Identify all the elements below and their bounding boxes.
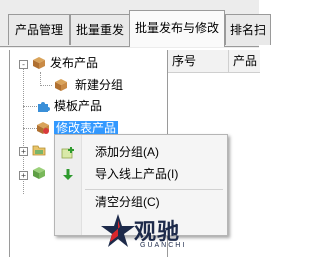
menu-item-add-group[interactable]: 添加分组(A) — [55, 141, 227, 163]
tree-node-label: 模板产品 — [54, 99, 103, 113]
tree-connector — [23, 128, 37, 129]
watermark-subtext: GUANCHI — [140, 242, 187, 249]
tree-node-template-products[interactable]: 模板产品 — [54, 96, 102, 116]
column-header-index[interactable]: 序号 — [168, 50, 229, 72]
tab-label: 批量发布与修改 — [134, 21, 219, 35]
tree-connector — [40, 72, 41, 86]
grid-header: 序号 产品 — [168, 50, 260, 73]
column-header-product[interactable]: 产品 — [229, 50, 273, 72]
tree-expand-toggle[interactable]: + — [19, 171, 28, 180]
tree-connector — [40, 85, 52, 86]
tab-ranking-scan[interactable]: 排名扫 — [225, 14, 271, 45]
menu-item-label: 清空分组(C) — [95, 195, 160, 209]
tree-node-label: 修改表产品 — [54, 121, 119, 135]
tree-node-label: 发布产品 — [50, 56, 99, 70]
folder-icon — [32, 143, 46, 157]
tab-batch-repost[interactable]: 批量重发 — [70, 14, 130, 45]
menu-item-label: 添加分组(A) — [95, 145, 159, 159]
tree-node-label: 新建分组 — [75, 78, 124, 92]
menu-item-clear-group[interactable]: 清空分组(C) — [55, 191, 227, 213]
menu-item-import-online-products[interactable]: 导入线上产品(I) — [55, 163, 227, 185]
tab-label: 产品管理 — [14, 23, 63, 37]
tab-label: 批量重发 — [75, 23, 124, 37]
tree-node-new-group[interactable]: 新建分组 — [75, 75, 123, 95]
tab-product-management[interactable]: 产品管理 — [8, 14, 70, 45]
tree-collapse-toggle[interactable]: - — [19, 60, 28, 69]
box-green-icon — [32, 166, 46, 180]
menu-separator — [85, 189, 223, 190]
tree-node-publish-products[interactable]: 发布产品 — [50, 53, 98, 73]
tab-strip: 产品管理 批量重发 批量发布与修改 排名扫 — [0, 0, 271, 48]
puzzle-icon — [36, 99, 50, 113]
star-logo-icon — [101, 214, 135, 247]
column-label: 产品 — [233, 54, 258, 68]
tree-connector — [23, 106, 37, 107]
menu-item-label: 导入线上产品(I) — [95, 167, 179, 181]
tab-label: 排名扫 — [230, 23, 267, 37]
column-label: 序号 — [172, 54, 197, 68]
tab-batch-publish-modify[interactable]: 批量发布与修改 — [129, 10, 225, 47]
box-icon — [32, 56, 46, 70]
tree-expand-toggle[interactable]: + — [19, 147, 28, 156]
download-arrow-icon — [61, 167, 75, 189]
box-edit-icon — [36, 121, 50, 135]
box-icon — [54, 78, 68, 92]
watermark-logo: 观驰 GUANCHI — [100, 212, 220, 254]
